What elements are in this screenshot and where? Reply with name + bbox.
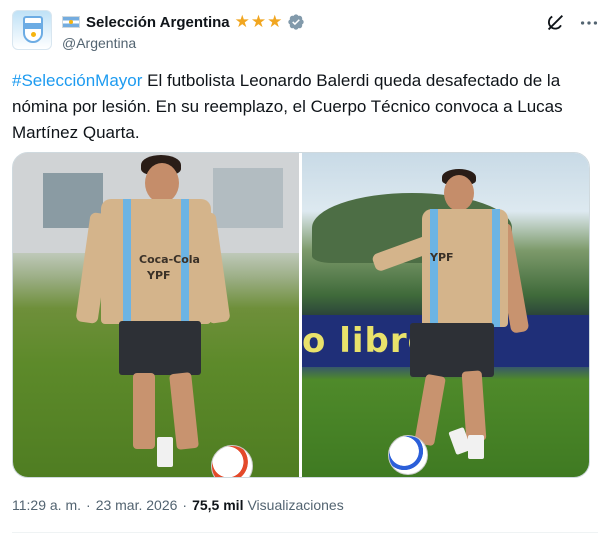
jersey-sponsor: Coca-Cola <box>139 253 200 266</box>
tweet-date[interactable]: 23 mar. 2026 <box>96 497 178 513</box>
tweet-card: Selección Argentina ★★★ @Argentina #Sele… <box>0 0 610 541</box>
meta-separator-2: · <box>182 497 188 513</box>
grok-icon[interactable] <box>544 12 566 34</box>
views-count: 75,5 mil <box>192 497 244 513</box>
media-grid: Coca-Cola YPF o libre YPF <box>12 152 590 478</box>
football <box>211 445 253 477</box>
argentina-flag-icon <box>62 16 80 28</box>
tweet-text: #SelecciónMayor El futbolista Leonardo B… <box>12 68 597 146</box>
top-actions <box>532 12 600 34</box>
tweet-meta: 11:29 a. m. · 23 mar. 2026 · 75,5 mil Vi… <box>12 497 344 513</box>
jersey-sponsor-3: YPF <box>430 251 454 264</box>
user-info: Selección Argentina ★★★ @Argentina <box>62 12 305 51</box>
display-name[interactable]: Selección Argentina <box>86 14 230 31</box>
avatar[interactable] <box>12 10 52 50</box>
player-figure-2: YPF <box>371 163 582 477</box>
photo-training-left[interactable]: Coca-Cola YPF <box>13 153 299 477</box>
divider <box>12 532 598 533</box>
hashtag-link[interactable]: #SelecciónMayor <box>12 71 142 90</box>
football-2 <box>388 435 428 475</box>
stars-badge: ★★★ <box>234 12 284 31</box>
tweet-time[interactable]: 11:29 a. m. <box>12 497 81 513</box>
jersey-sponsor-2: YPF <box>147 269 171 282</box>
handle[interactable]: @Argentina <box>62 35 305 51</box>
player-figure: Coca-Cola YPF <box>75 153 243 477</box>
verified-badge-icon <box>288 14 305 30</box>
views-label: Visualizaciones <box>247 497 344 513</box>
name-row: Selección Argentina ★★★ <box>62 12 305 32</box>
afa-crest-icon <box>23 16 43 43</box>
meta-separator: · <box>86 497 91 513</box>
photo-training-right[interactable]: o libre YPF <box>302 153 589 477</box>
more-options-icon[interactable] <box>578 12 600 34</box>
